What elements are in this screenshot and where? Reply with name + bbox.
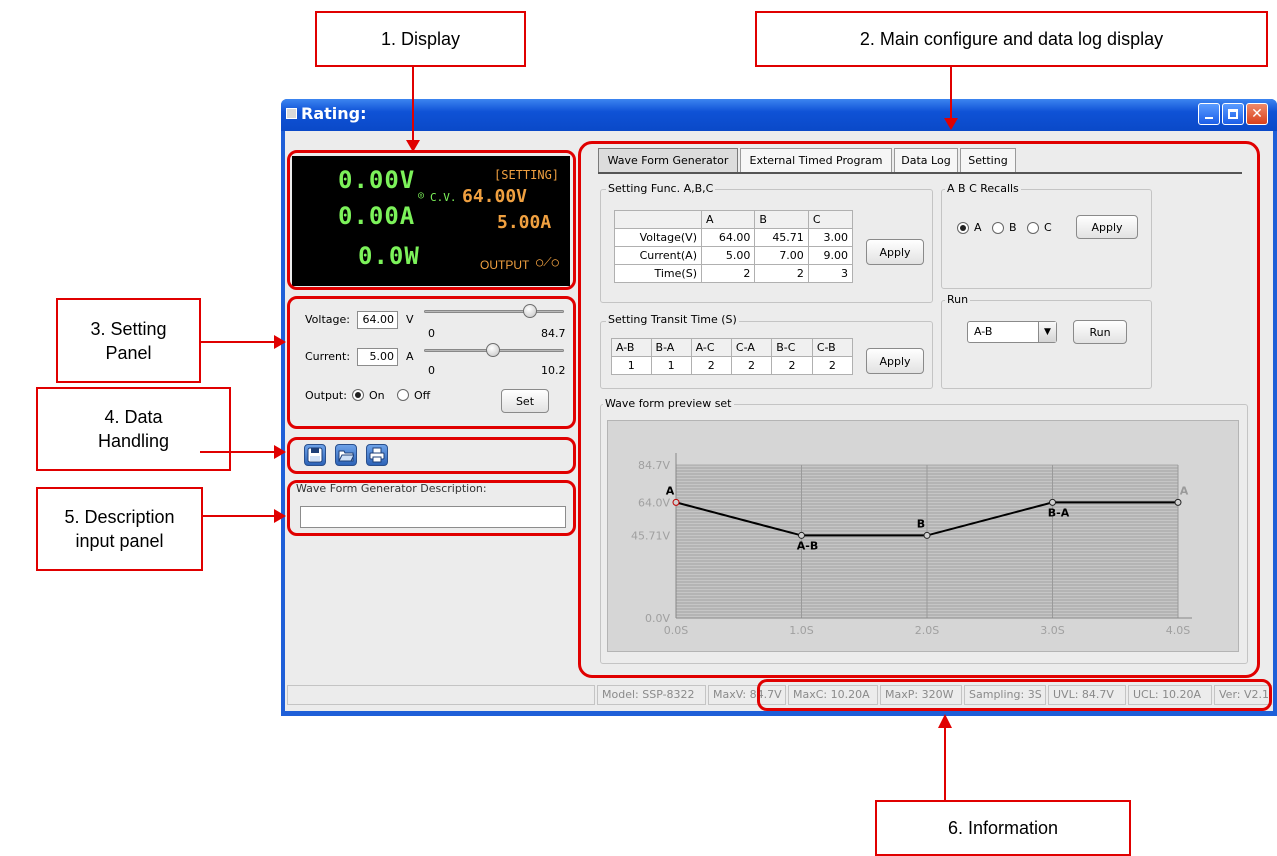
annotation-arrows <box>200 66 958 801</box>
